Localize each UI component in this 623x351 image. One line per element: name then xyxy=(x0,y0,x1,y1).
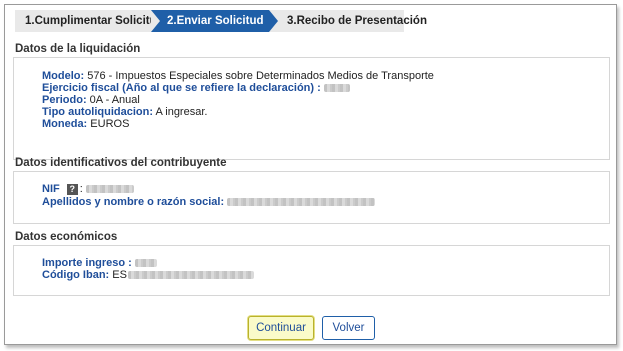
periodo-row: Periodo: 0A - Anual xyxy=(42,94,609,106)
redacted-ejercicio-value xyxy=(323,84,350,93)
section-title-liquidacion: Datos de la liquidación xyxy=(13,40,610,58)
modelo-value: 576 - Impuestos Especiales sobre Determi… xyxy=(84,70,434,82)
iban-prefix: ES xyxy=(109,269,127,281)
section-body-liquidacion: Modelo: 576 - Impuestos Especiales sobre… xyxy=(13,58,610,160)
importe-row: Importe ingreso : xyxy=(42,257,609,269)
redacted-iban-value xyxy=(128,271,255,280)
periodo-value: 0A - Anual xyxy=(86,94,140,106)
section-contribuyente: Datos identificativos del contribuyente … xyxy=(13,154,610,224)
wizard-steps: 1.Cumplimentar Solicitud 2.Enviar Solici… xyxy=(15,10,427,32)
volver-button[interactable]: Volver xyxy=(322,316,375,340)
nombre-label: Apellidos y nombre o razón social: xyxy=(42,196,225,208)
section-liquidacion: Datos de la liquidación Modelo: 576 - Im… xyxy=(13,40,610,160)
iban-row: Código Iban: ES xyxy=(42,269,609,281)
moneda-label: Moneda: xyxy=(42,118,88,130)
nif-row: NIF ?: xyxy=(42,183,609,196)
moneda-value: EUROS xyxy=(87,118,130,130)
step-enviar-active: 2.Enviar Solicitud xyxy=(151,10,278,32)
tipo-row: Tipo autoliquidacion: A ingresar. xyxy=(42,106,609,118)
modelo-row: Modelo: 576 - Impuestos Especiales sobre… xyxy=(42,70,609,82)
nif-label: NIF xyxy=(42,183,60,195)
step-recibo: 3.Recibo de Presentación xyxy=(269,10,427,32)
iban-label: Código Iban: xyxy=(42,269,110,281)
nombre-row: Apellidos y nombre o razón social: xyxy=(42,196,609,208)
help-icon[interactable]: ? xyxy=(66,183,78,195)
modelo-label: Modelo: xyxy=(42,70,85,82)
tipo-value: A ingresar. xyxy=(153,106,208,118)
periodo-label: Periodo: xyxy=(42,94,87,106)
step-cumplimentar[interactable]: 1.Cumplimentar Solicitud xyxy=(15,10,164,32)
page-frame: 1.Cumplimentar Solicitud 2.Enviar Solici… xyxy=(4,4,617,345)
section-economicos: Datos económicos Importe ingreso : Códig… xyxy=(13,228,610,296)
section-body-economicos: Importe ingreso : Código Iban: ES xyxy=(13,246,610,296)
importe-label: Importe ingreso : xyxy=(42,257,132,269)
ejercicio-row: Ejercicio fiscal (Año al que se refiere … xyxy=(42,82,609,94)
tipo-label: Tipo autoliquidacion: xyxy=(42,106,154,118)
continuar-button[interactable]: Continuar xyxy=(248,316,314,340)
redacted-nif-value xyxy=(85,185,134,194)
redacted-nombre-value xyxy=(227,198,376,207)
ejercicio-label: Ejercicio fiscal (Año al que se refiere … xyxy=(42,82,321,94)
section-title-contribuyente: Datos identificativos del contribuyente xyxy=(13,154,610,172)
moneda-row: Moneda: EUROS xyxy=(42,118,609,130)
section-title-economicos: Datos económicos xyxy=(13,228,610,246)
nif-colon: : xyxy=(79,183,83,195)
redacted-importe-value xyxy=(134,259,157,268)
section-body-contribuyente: NIF ?: Apellidos y nombre o razón social… xyxy=(13,172,610,224)
